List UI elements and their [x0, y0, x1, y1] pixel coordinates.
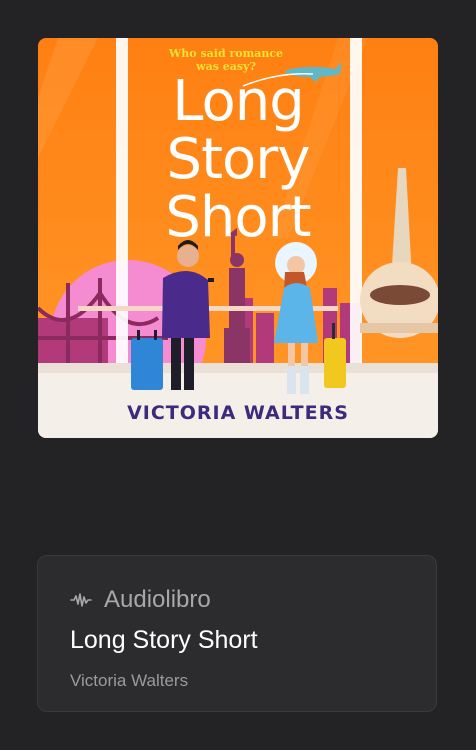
audiobook-cover[interactable]: Who said romance was easy? Long Story Sh…: [38, 38, 438, 438]
book-title: Long Story Short: [70, 626, 258, 654]
cover-tagline-line-1: Who said romance: [168, 47, 284, 60]
cover-title-line-1: Long: [172, 69, 305, 134]
cover-title-line-2: Story: [166, 127, 311, 192]
cover-author: VICTORIA WALTERS: [127, 402, 349, 424]
cover-title-line-3: Short: [165, 185, 311, 250]
format-label: Audiolibro: [104, 586, 211, 613]
audiobook-info-card[interactable]: Audiolibro Long Story Short Victoria Wal…: [37, 555, 437, 712]
audio-wave-icon: [70, 593, 92, 607]
format-badge: Audiolibro: [70, 586, 211, 614]
book-author: Victoria Walters: [70, 671, 189, 690]
